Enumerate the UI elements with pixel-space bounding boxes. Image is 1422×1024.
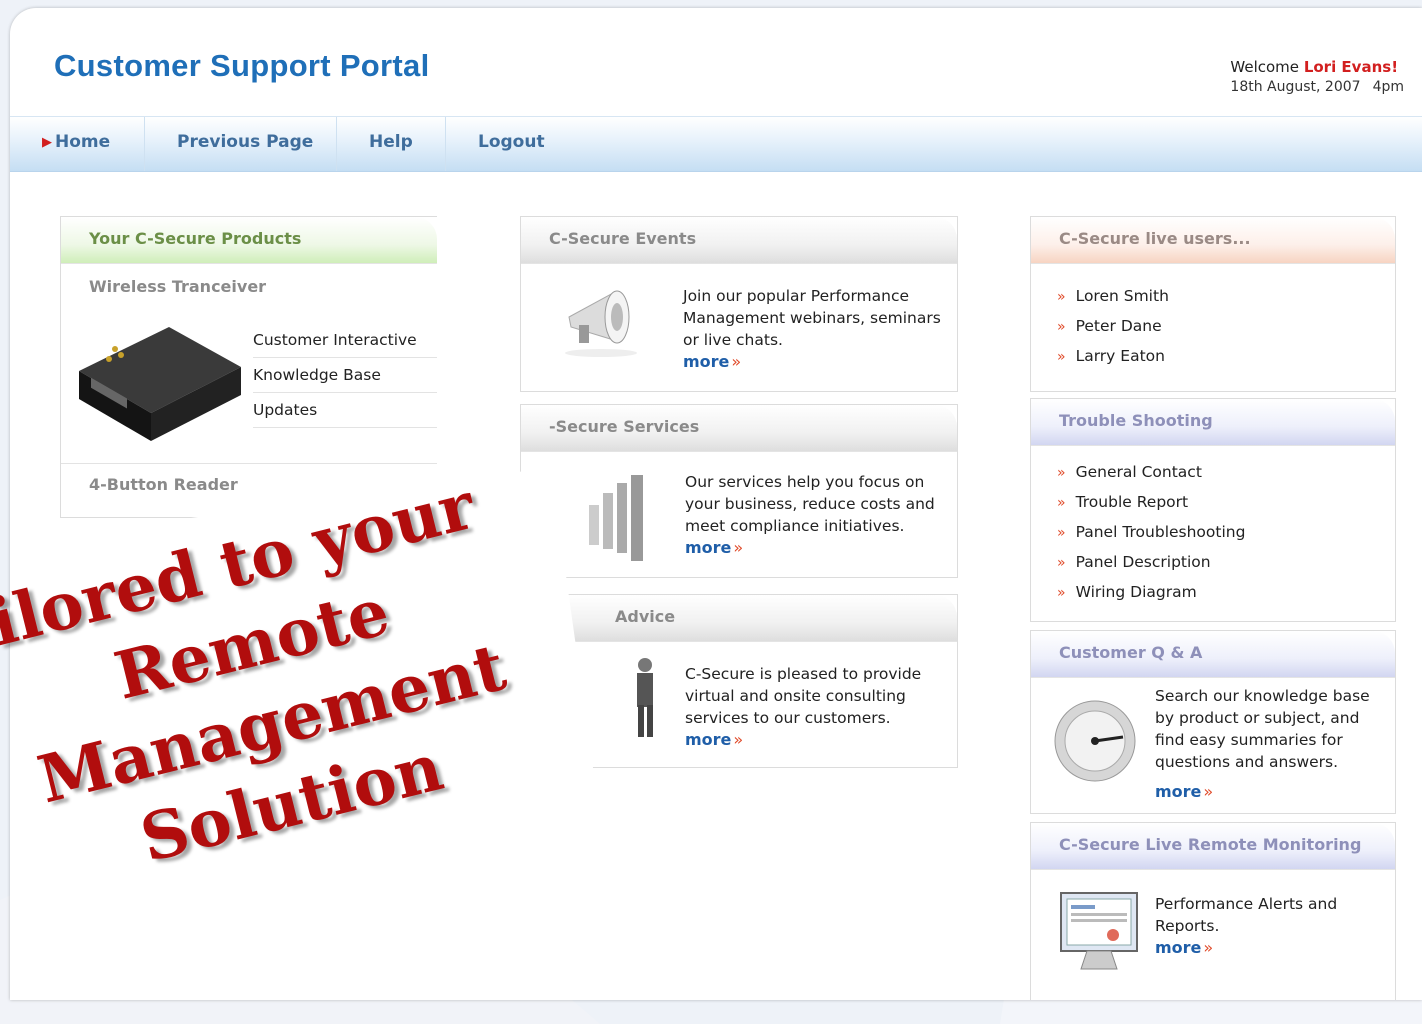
wireless-tranceiver-image	[79, 327, 241, 441]
advice-text: C-Secure is pleased to provide virtual a…	[685, 663, 947, 751]
user-name: Lori Evans!	[1303, 58, 1399, 76]
double-chevron-right-icon: »	[731, 352, 742, 371]
trouble-shooting-heading: Trouble Shooting	[1031, 399, 1395, 446]
double-chevron-right-icon: »	[1057, 495, 1066, 511]
nav-logout-label: Logout	[478, 132, 545, 152]
customer-qa-panel: Customer Q & A Search our knowledge base…	[1030, 630, 1396, 814]
double-chevron-right-icon: »	[1057, 319, 1066, 335]
nav-logout[interactable]: Logout	[445, 117, 577, 171]
remote-monitoring-panel: C-Secure Live Remote Monitoring Performa…	[1030, 822, 1396, 1000]
services-more-label: more	[685, 538, 732, 557]
link-updates[interactable]: Updates	[253, 393, 437, 428]
list-item[interactable]: » Wiring Diagram	[1057, 577, 1245, 607]
list-item[interactable]: » Panel Troubleshooting	[1057, 517, 1245, 547]
events-more-label: more	[683, 352, 730, 371]
services-more-link[interactable]: more»	[685, 537, 947, 559]
double-chevron-right-icon: »	[733, 730, 744, 749]
products-heading: Your C-Secure Products	[61, 217, 437, 264]
nav-home[interactable]: ▶ Home	[10, 117, 142, 171]
events-panel: C-Secure Events Join our popular Perform…	[520, 216, 958, 392]
user-name-item: Loren Smith	[1075, 287, 1169, 305]
trouble-shooting-list: » General Contact » Trouble Report » Panel …	[1057, 457, 1245, 607]
events-more-link[interactable]: more»	[683, 351, 945, 373]
link-knowledge-base[interactable]: Knowledge Base	[253, 358, 437, 393]
live-users-list: » Loren Smith » Peter Dane » Larry Eaton	[1057, 281, 1169, 371]
remote-monitoring-text: Performance Alerts and Reports. more»	[1155, 893, 1383, 959]
nav-help-label: Help	[369, 132, 413, 152]
page-title: Customer Support Portal	[54, 48, 430, 83]
nav-previous-page[interactable]: Previous Page	[144, 117, 345, 171]
product-wireless-tranceiver[interactable]: Wireless Tranceiver	[89, 277, 266, 296]
trouble-item-label: Panel Description	[1075, 553, 1211, 571]
list-item[interactable]: » Larry Eaton	[1057, 341, 1169, 371]
double-chevron-right-icon: »	[1057, 289, 1066, 305]
events-text: Join our popular Performance Management …	[683, 285, 945, 373]
customer-qa-more-label: more	[1155, 782, 1202, 801]
megaphone-icon	[565, 290, 637, 357]
double-chevron-right-icon: »	[1203, 938, 1214, 957]
list-item[interactable]: » Loren Smith	[1057, 281, 1169, 311]
list-item[interactable]: » Panel Description	[1057, 547, 1245, 577]
advice-description: C-Secure is pleased to provide virtual a…	[685, 665, 922, 727]
user-name-item: Peter Dane	[1075, 317, 1162, 335]
double-chevron-right-icon: »	[1057, 465, 1066, 481]
list-item[interactable]: » General Contact	[1057, 457, 1245, 487]
trouble-shooting-panel: Trouble Shooting » General Contact » Troub…	[1030, 398, 1396, 622]
trouble-item-label: Panel Troubleshooting	[1075, 523, 1246, 541]
triangle-right-icon: ▶	[42, 135, 52, 150]
advice-more-link[interactable]: more»	[685, 729, 947, 751]
current-time: 4pm	[1372, 79, 1404, 95]
double-chevron-right-icon: »	[1057, 349, 1066, 365]
remote-monitoring-more-link[interactable]: more»	[1155, 937, 1383, 959]
nav-home-label: Home	[55, 132, 111, 152]
live-users-panel: C-Secure live users... » Loren Smith » Pet…	[1030, 216, 1396, 392]
nav-previous-label: Previous Page	[177, 132, 314, 152]
trouble-item-label: General Contact	[1075, 463, 1202, 481]
remote-monitoring-more-label: more	[1155, 938, 1202, 957]
product-4-button-reader[interactable]: 4-Button Reader	[89, 475, 238, 494]
gauge-dial-icon	[1054, 700, 1136, 782]
double-chevron-right-icon: »	[1057, 525, 1066, 541]
live-users-heading: C-Secure live users...	[1031, 217, 1395, 264]
services-heading: -Secure Services	[521, 405, 957, 452]
product-links: Customer Interactive Knowledge Base Upda…	[253, 323, 437, 428]
services-panel: -Secure Services Our services help you f…	[520, 404, 958, 578]
monitor-screen-icon	[1060, 892, 1138, 970]
events-heading: C-Secure Events	[521, 217, 957, 264]
double-chevron-right-icon: »	[1203, 782, 1214, 801]
events-description: Join our popular Performance Management …	[683, 287, 941, 349]
products-panel: Your C-Secure Products Wireless Tranceiv…	[60, 216, 437, 518]
trouble-item-label: Wiring Diagram	[1075, 583, 1197, 601]
advice-heading: Advice	[521, 595, 957, 642]
list-item[interactable]: » Peter Dane	[1057, 311, 1169, 341]
advice-more-label: more	[685, 730, 732, 749]
user-name-item: Larry Eaton	[1075, 347, 1165, 365]
list-item[interactable]: » Trouble Report	[1057, 487, 1245, 517]
main-nav: ▶ Home Previous Page Help Logout	[10, 116, 1422, 172]
customer-qa-description: Search our knowledge base by product or …	[1155, 687, 1370, 771]
remote-monitoring-description: Performance Alerts and Reports.	[1155, 895, 1338, 935]
double-chevron-right-icon: »	[1057, 555, 1066, 571]
nav-help[interactable]: Help	[336, 117, 445, 171]
consultant-figure-icon	[637, 658, 653, 737]
remote-monitoring-heading: C-Secure Live Remote Monitoring	[1031, 823, 1395, 870]
customer-qa-heading: Customer Q & A	[1031, 631, 1395, 678]
welcome-box: Welcome Lori Evans! 18th August, 2007 4pm	[1230, 57, 1404, 97]
customer-qa-text: Search our knowledge base by product or …	[1155, 685, 1383, 803]
services-text: Our services help you focus on your busi…	[685, 471, 947, 559]
current-date: 18th August, 2007	[1230, 79, 1361, 95]
customer-qa-more-link[interactable]: more»	[1155, 781, 1383, 803]
welcome-label: Welcome	[1230, 58, 1300, 76]
link-customer-interactive[interactable]: Customer Interactive	[253, 323, 437, 358]
double-chevron-right-icon: »	[1057, 585, 1066, 601]
services-description: Our services help you focus on your busi…	[685, 473, 935, 535]
bar-graph-icon	[589, 475, 643, 561]
double-chevron-right-icon: »	[733, 538, 744, 557]
trouble-item-label: Trouble Report	[1075, 493, 1189, 511]
